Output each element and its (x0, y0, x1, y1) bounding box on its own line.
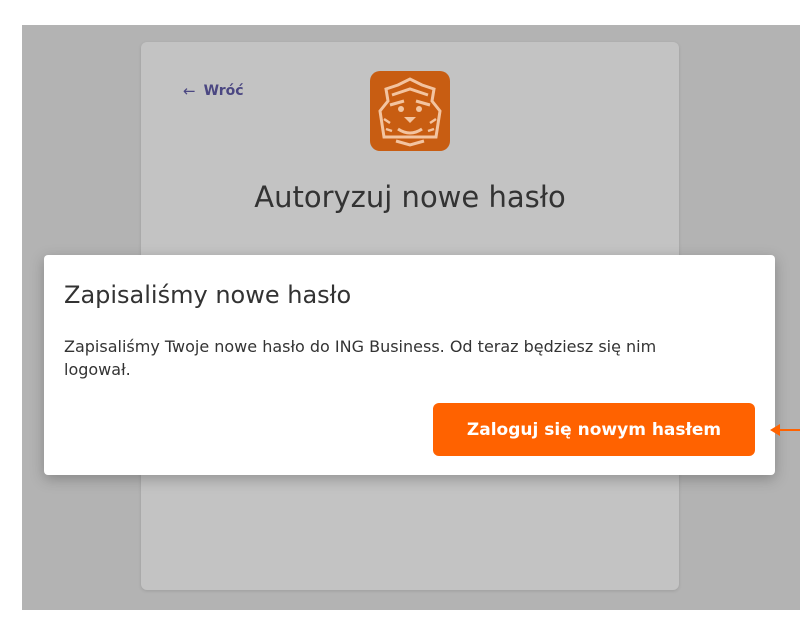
password-saved-dialog: Zapisaliśmy nowe hasło Zapisaliśmy Twoje… (44, 255, 775, 475)
dialog-message: Zapisaliśmy Twoje nowe hasło do ING Busi… (64, 337, 657, 379)
dialog-title: Zapisaliśmy nowe hasło (64, 281, 352, 309)
arrow-left-icon: ← (183, 82, 196, 100)
back-link-label: Wróć (203, 83, 244, 99)
page-title: Autoryzuj nowe hasło (254, 180, 566, 214)
login-with-new-password-button[interactable]: Zaloguj się nowym hasłem (433, 403, 755, 456)
back-link[interactable]: ← Wróć (183, 82, 244, 100)
pointer-arrow-icon (770, 424, 800, 436)
ing-lion-logo (370, 71, 450, 151)
